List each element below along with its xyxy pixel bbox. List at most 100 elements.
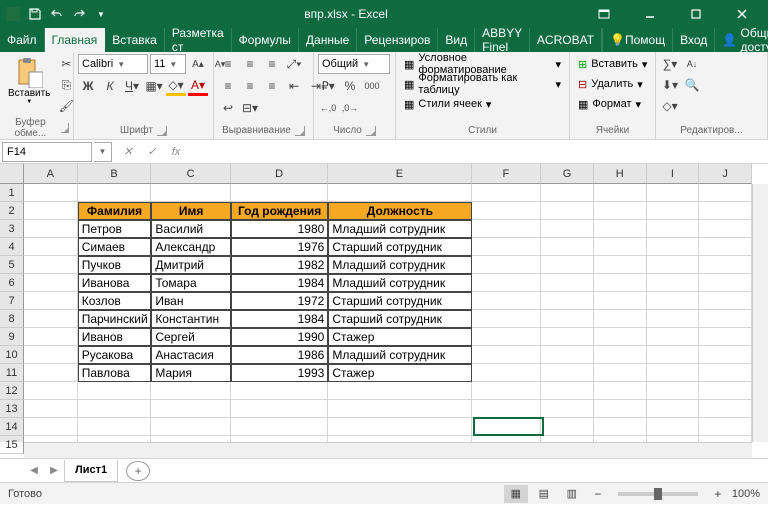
column-header[interactable]: G [541,164,594,184]
zoom-in-icon[interactable]: + [708,484,728,504]
cell-styles-button[interactable]: ▦Стили ячеек▾ [400,94,495,114]
cell[interactable] [647,364,700,382]
cell[interactable] [699,418,752,436]
tab-insert[interactable]: Вставка [105,28,165,52]
cell[interactable] [699,400,752,418]
cell[interactable] [151,400,231,418]
cell[interactable] [699,364,752,382]
cell[interactable] [699,346,752,364]
cell[interactable] [541,310,594,328]
cell[interactable] [78,184,152,202]
cell[interactable] [594,310,647,328]
cell[interactable]: 1986 [231,346,328,364]
delete-cells-button[interactable]: ⊟Удалить▾ [574,74,647,94]
cell[interactable] [472,184,542,202]
zoom-out-icon[interactable]: − [588,484,608,504]
format-cells-button[interactable]: ▦Формат▾ [574,94,645,114]
cell[interactable] [231,184,328,202]
cell[interactable]: Дмитрий [151,256,231,274]
cell[interactable] [541,256,594,274]
cell[interactable] [472,328,542,346]
cell[interactable] [24,220,78,238]
cell[interactable]: Младший сотрудник [328,346,471,364]
wrap-text-icon[interactable]: ↩ [218,98,238,118]
cell[interactable] [699,382,752,400]
cell[interactable]: 1972 [231,292,328,310]
undo-icon[interactable] [48,5,66,23]
cell[interactable] [647,400,700,418]
dialog-launcher-icon[interactable] [366,126,376,136]
page-layout-view-icon[interactable]: ▤ [532,485,556,503]
cell[interactable] [647,382,700,400]
select-all-corner[interactable] [0,164,24,184]
align-right-icon[interactable]: ≡ [262,76,282,96]
cell[interactable] [541,220,594,238]
cell[interactable] [328,418,471,436]
cell[interactable]: Младший сотрудник [328,220,471,238]
column-header[interactable]: E [328,164,471,184]
cell[interactable]: Мария [151,364,231,382]
minimize-icon[interactable] [628,0,672,28]
cell[interactable]: 1976 [231,238,328,256]
row-header[interactable]: 2 [0,202,24,220]
cell[interactable] [647,346,700,364]
cell[interactable] [472,274,542,292]
zoom-level[interactable]: 100% [732,488,760,500]
row-header[interactable]: 5 [0,256,24,274]
cell[interactable] [78,418,152,436]
fill-color-icon[interactable]: ◇▾ [166,76,186,96]
cell[interactable] [647,202,700,220]
cell[interactable] [78,400,152,418]
row-header[interactable]: 3 [0,220,24,238]
cell[interactable] [472,256,542,274]
orientation-icon[interactable]: ⤢▾ [284,54,304,74]
cell[interactable] [594,346,647,364]
cell[interactable]: Пучков [78,256,152,274]
cell[interactable] [24,184,78,202]
cell[interactable] [24,418,78,436]
cell[interactable] [472,346,542,364]
column-header[interactable]: F [472,164,542,184]
cell[interactable] [472,202,542,220]
sort-filter-icon[interactable]: A↓ [682,54,702,74]
name-box[interactable]: F14 [2,142,92,162]
cell[interactable] [699,184,752,202]
cell[interactable] [594,364,647,382]
column-header[interactable]: H [594,164,647,184]
number-format-combo[interactable]: Общий▼ [318,54,390,74]
cell[interactable] [472,238,542,256]
percent-icon[interactable]: % [340,76,360,96]
cell[interactable] [151,184,231,202]
dialog-launcher-icon[interactable] [295,126,305,136]
cell[interactable] [699,310,752,328]
tab-file[interactable]: Файл [0,28,45,52]
cell[interactable] [541,418,594,436]
cell[interactable] [594,400,647,418]
cell[interactable] [472,364,542,382]
close-icon[interactable] [720,0,764,28]
redo-icon[interactable] [70,5,88,23]
cell[interactable]: Младший сотрудник [328,274,471,292]
align-left-icon[interactable]: ≡ [218,76,238,96]
increase-decimal-icon[interactable]: ←,0 [318,98,338,118]
dialog-launcher-icon[interactable] [61,123,69,133]
cell[interactable]: Александр [151,238,231,256]
cell[interactable] [231,382,328,400]
horizontal-scrollbar[interactable] [24,442,752,458]
row-header[interactable]: 6 [0,274,24,292]
cell[interactable] [231,418,328,436]
cell[interactable]: Должность [328,202,471,220]
cell[interactable]: 1980 [231,220,328,238]
cell[interactable]: Василий [151,220,231,238]
normal-view-icon[interactable]: ▦ [504,485,528,503]
cell[interactable]: Симаев [78,238,152,256]
column-header[interactable]: B [78,164,152,184]
cell[interactable] [472,400,542,418]
cell[interactable]: 1982 [231,256,328,274]
cell[interactable] [472,382,542,400]
cell[interactable] [647,256,700,274]
cell[interactable]: Павлова [78,364,152,382]
cell[interactable]: Сергей [151,328,231,346]
fx-icon[interactable]: fx [166,142,186,162]
indent-decrease-icon[interactable]: ⇤ [284,76,304,96]
